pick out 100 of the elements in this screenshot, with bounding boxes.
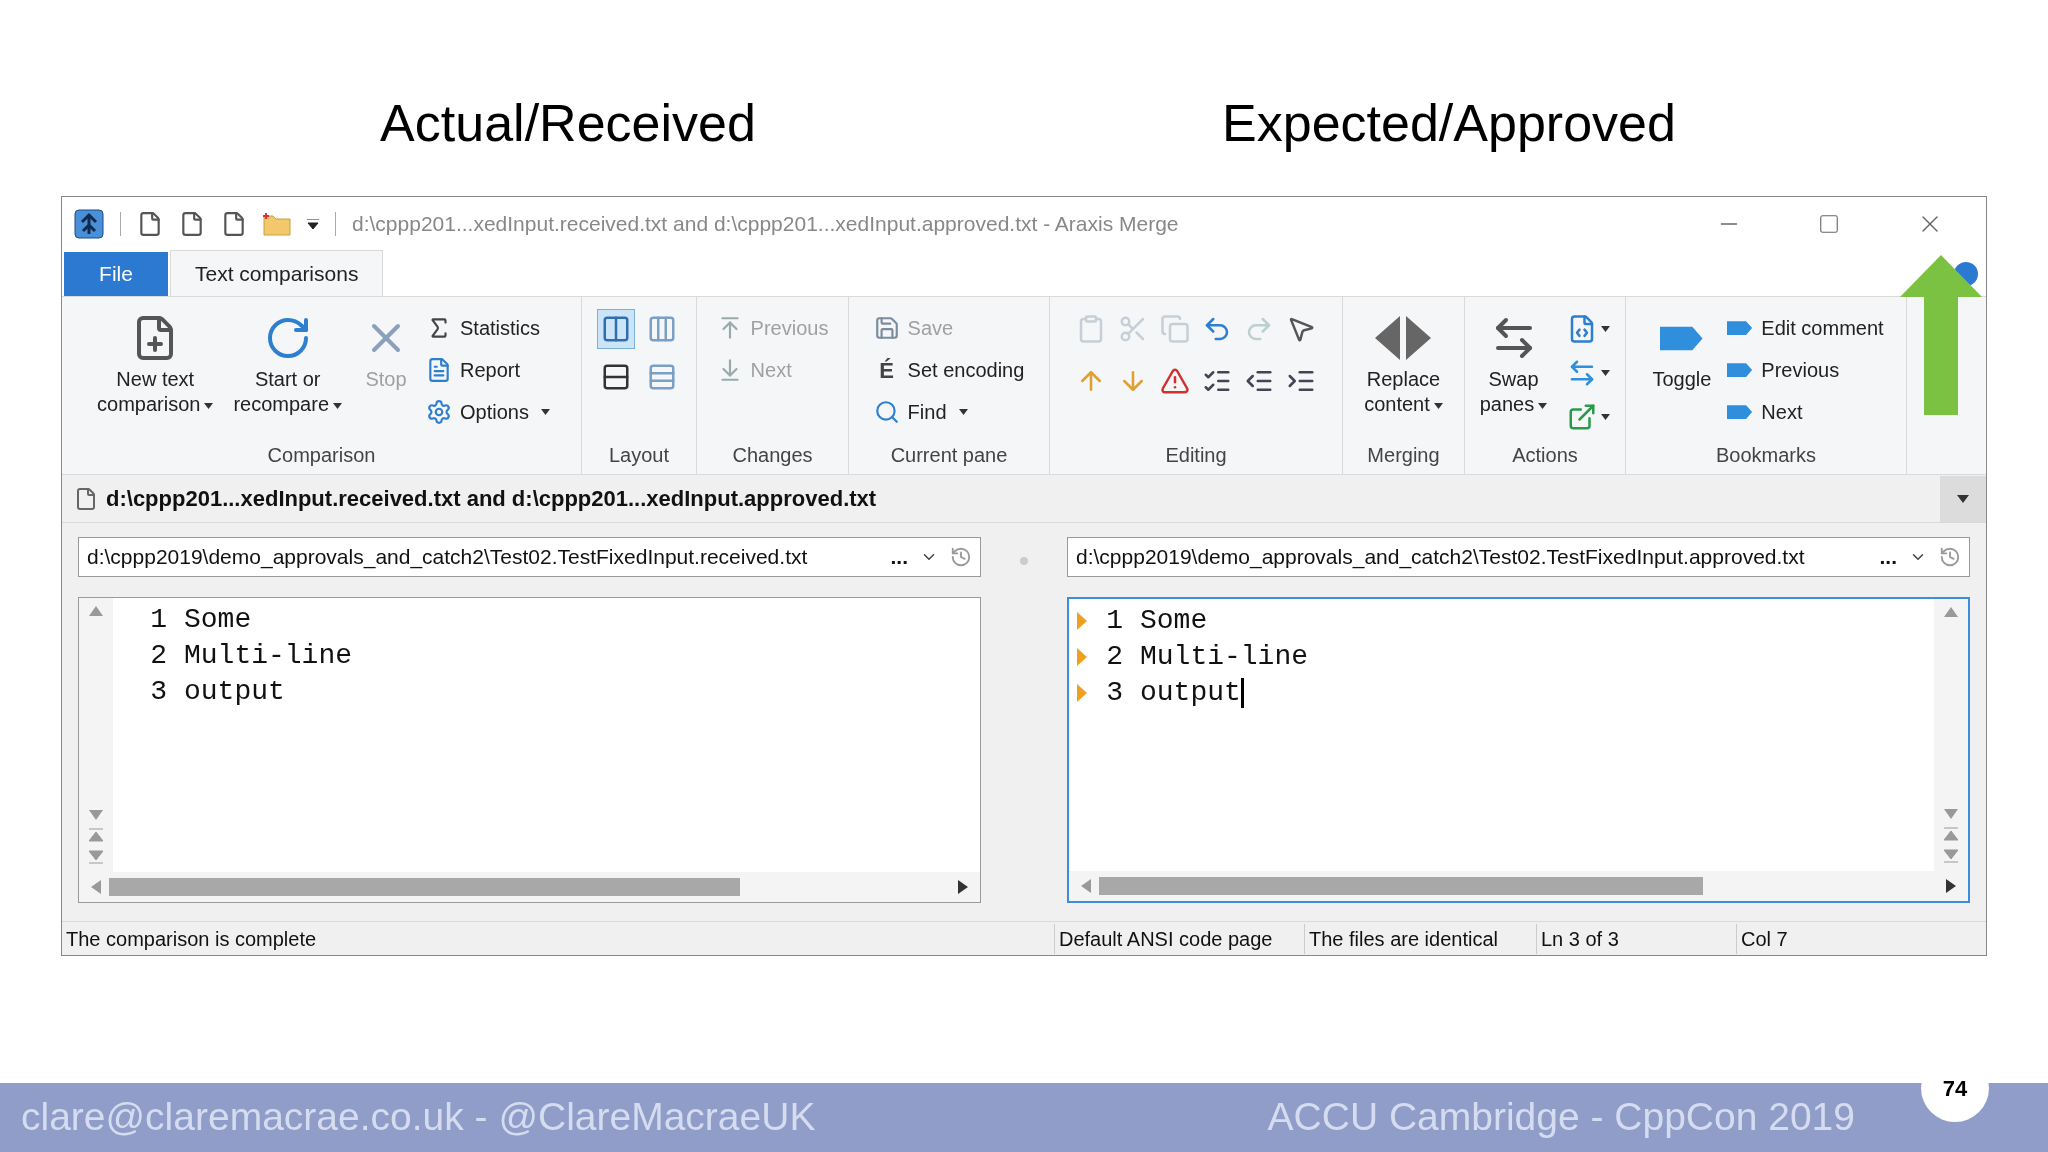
caret-icon: [958, 409, 968, 415]
maximize-button[interactable]: [1818, 213, 1840, 235]
scroll-top-icon: [89, 828, 103, 842]
caret-icon: [1433, 402, 1443, 409]
slide-heading: Expected/Approved: [1221, 93, 1677, 154]
line-number: 1: [1105, 604, 1123, 638]
ribbon-button[interactable]: Toggle: [1648, 309, 1716, 392]
scroll-left-icon: [91, 880, 101, 894]
dropdown-icon: [1957, 494, 1969, 503]
new-file-icon[interactable]: [179, 211, 205, 237]
status-text: Col 7: [1736, 923, 1916, 954]
scroll-bottom-icon: [1944, 849, 1958, 863]
caret-icon: [1538, 402, 1548, 409]
scroll-up-icon: [1944, 607, 1958, 617]
app-logo-icon[interactable]: [74, 209, 104, 239]
new-file-icon[interactable]: [221, 211, 247, 237]
file-path-field[interactable]: d:\cppp2019\demo_approvals_and_catch2\Test02.TestFixedInput.received.txt ...: [78, 537, 981, 577]
horizontal-scrollbar[interactable]: [79, 872, 980, 902]
customize-caret-icon[interactable]: [307, 219, 319, 229]
file-path-field[interactable]: d:\cppp2019\demo_approvals_and_catch2\Test02.TestFixedInput.approved.txt ...: [1067, 537, 1970, 577]
browse-button[interactable]: ...: [1879, 541, 1897, 573]
line-text: Some: [1140, 604, 1208, 638]
warning-icon: [1160, 366, 1190, 396]
ribbon-button[interactable]: Options: [426, 393, 550, 431]
folder-icon[interactable]: [263, 212, 291, 236]
caret-icon: [1601, 370, 1611, 376]
layout-toggle[interactable]: [597, 309, 635, 349]
ribbon-button[interactable]: Edit comment: [1727, 309, 1884, 347]
line-number: 1: [149, 603, 167, 637]
browse-button[interactable]: ...: [890, 541, 908, 573]
scroll-top-icon: [1944, 827, 1958, 841]
line-number: 3: [1105, 676, 1123, 710]
scrollbar-thumb[interactable]: [109, 878, 740, 896]
ribbon-group-label: Comparison: [266, 443, 377, 468]
ribbon-group-label: Editing: [1164, 443, 1228, 468]
ribbon-button[interactable]: Report: [426, 351, 550, 389]
line-number: 2: [149, 639, 167, 673]
three-row-layout-icon: [647, 362, 677, 392]
ribbon-group-label: Merging: [1366, 443, 1441, 468]
line-text: output: [184, 675, 285, 709]
scrollbar-thumb[interactable]: [1099, 877, 1704, 895]
status-text: Ln 3 of 3: [1536, 923, 1736, 954]
horizontal-scrollbar[interactable]: [1069, 871, 1968, 901]
ribbon-button[interactable]: É Set encoding: [873, 351, 1025, 389]
line-number: 2: [1105, 640, 1123, 674]
ribbon-button[interactable]: Start or recompare: [229, 309, 347, 417]
ribbon-button[interactable]: New text comparison: [93, 309, 218, 417]
ribbon-button[interactable]: Replace content: [1360, 309, 1447, 417]
document-tab[interactable]: d:\cppp201...xedInput.received.txt and d:\cppp201...xedInput.approved.txt: [106, 482, 1932, 515]
ribbon-group-label: Actions: [1511, 443, 1579, 468]
scroll-down-icon: [1944, 809, 1958, 819]
status-text: The files are identical: [1304, 923, 1536, 954]
scroll-bottom-icon: [89, 850, 103, 864]
ribbon-group-label: Bookmarks: [1715, 443, 1817, 468]
ribbon-group-label: Changes: [731, 443, 814, 468]
copy-icon: [1160, 314, 1190, 344]
bookmark-tag-icon: [1727, 318, 1754, 338]
history-icon[interactable]: [950, 546, 972, 568]
file-menu-tab[interactable]: File: [64, 252, 168, 296]
window-title: d:\cppp201...xedInput.received.txt and d:\cppp201...xedInput.approved.txt - Araxis Merge: [352, 211, 1180, 238]
scroll-right-icon: [1946, 879, 1956, 893]
three-column-layout-icon: [647, 314, 677, 344]
save-icon: [873, 315, 900, 341]
document-icon: [74, 486, 98, 511]
scroll-down-icon: [89, 810, 103, 820]
caret-icon: [333, 402, 343, 409]
splitter-handle[interactable]: [1020, 557, 1028, 565]
vertical-scrollbar[interactable]: [1934, 599, 1968, 871]
glyph-icon: É: [873, 353, 900, 387]
caret-icon: [1601, 414, 1611, 420]
history-icon[interactable]: [1939, 546, 1961, 568]
line-text: Multi-line: [1140, 640, 1309, 674]
text-pane[interactable]: 1 Some 2 Multi-line 3 output: [78, 597, 981, 903]
scroll-up-icon: [89, 606, 103, 616]
caret-icon: [1601, 326, 1611, 332]
two-row-layout-icon: [601, 362, 631, 392]
line-number: 3: [149, 675, 167, 709]
ribbon-tab[interactable]: Text comparisons: [170, 250, 384, 296]
ribbon-button[interactable]: Previous: [1727, 351, 1884, 389]
caret-icon: [540, 409, 550, 415]
bookmark-tag-icon: [1727, 402, 1754, 422]
bookmark-tag-icon: [1727, 360, 1754, 380]
footer-text: ACCU Cambridge - CppCon 2019: [1267, 1094, 1855, 1141]
ribbon-button[interactable]: Statistics: [426, 309, 550, 347]
tab-list-dropdown[interactable]: [1940, 475, 1986, 522]
new-file-icon[interactable]: [137, 211, 163, 237]
ribbon-group-label: Layout: [607, 443, 671, 468]
ribbon-button[interactable]: Find: [873, 393, 1025, 431]
ribbon-group-label: Current pane: [889, 443, 1009, 468]
line-text: Some: [184, 603, 252, 637]
text-pane[interactable]: 1 Some 2 Multi-line 3 output: [1067, 597, 1970, 903]
caret-icon: [204, 402, 214, 409]
search-icon: [873, 399, 900, 425]
vertical-scrollbar[interactable]: [79, 598, 113, 872]
ribbon-button[interactable]: Swap panes: [1475, 309, 1552, 417]
scroll-left-icon: [1081, 879, 1091, 893]
status-text: The comparison is complete: [65, 926, 318, 952]
slide-heading: Actual/Received: [379, 93, 757, 154]
ribbon-button[interactable]: Next: [1727, 393, 1884, 431]
status-text: Default ANSI code page: [1054, 923, 1304, 954]
